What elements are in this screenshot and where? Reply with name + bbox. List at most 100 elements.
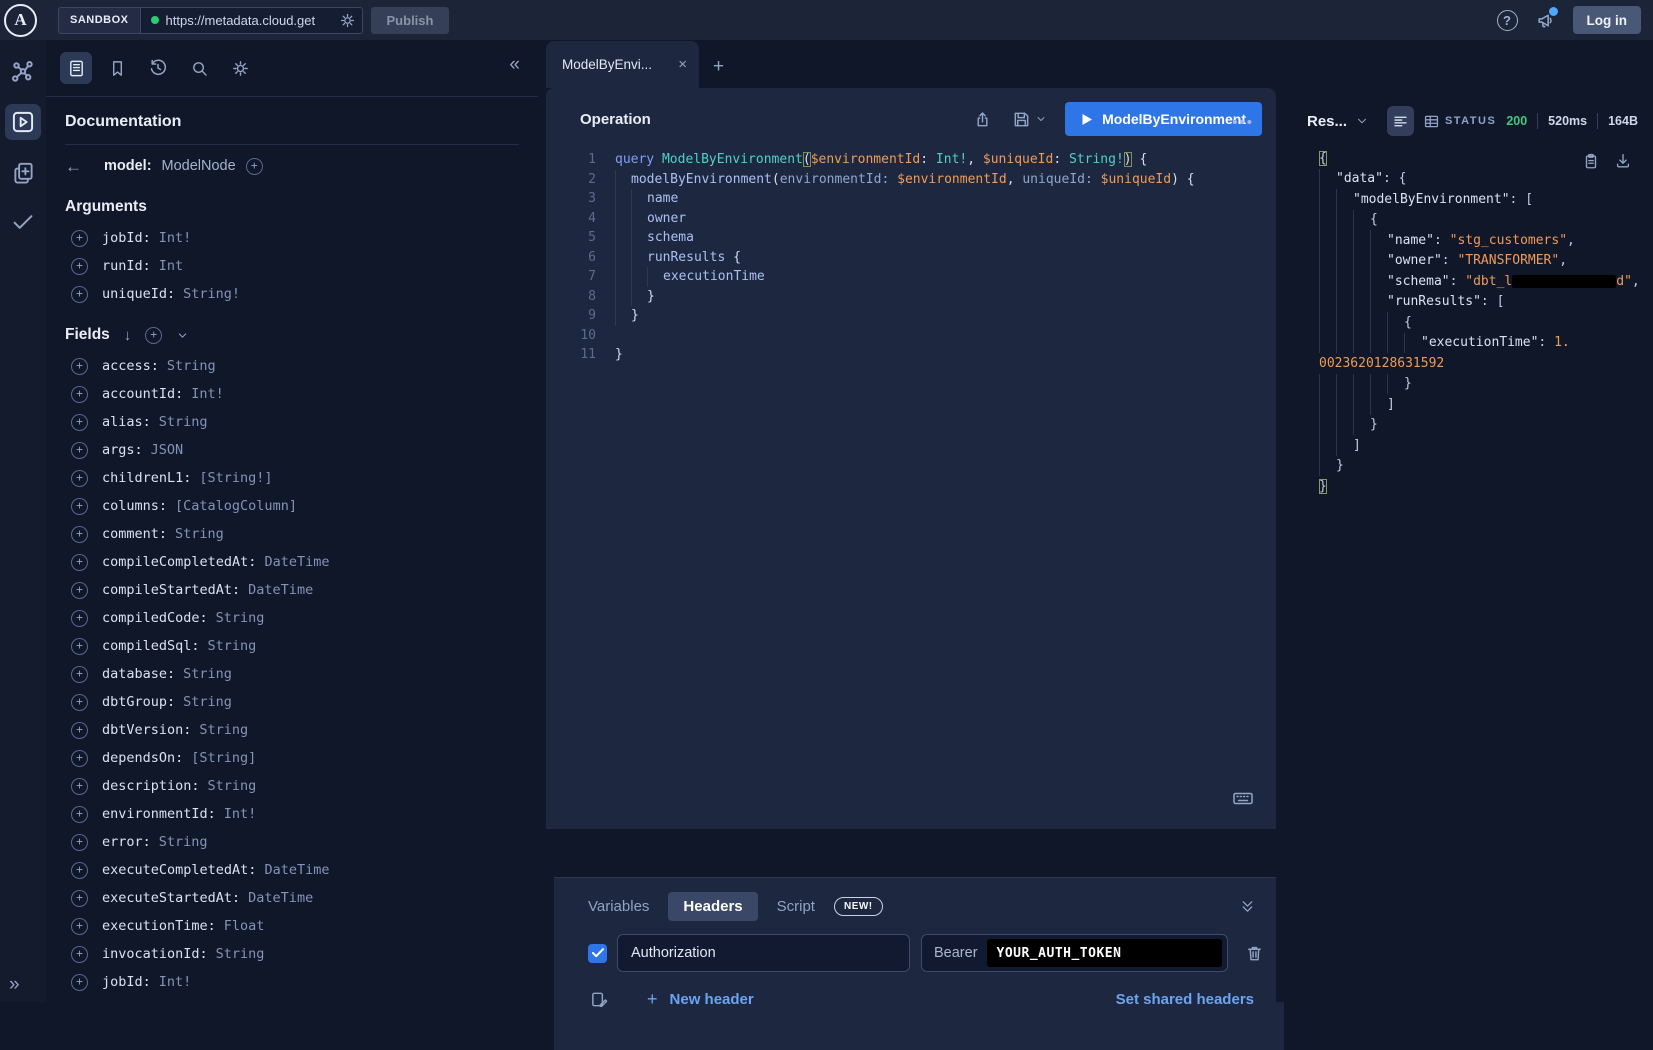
add-to-query-button[interactable] [71, 974, 88, 991]
add-to-query-button[interactable] [71, 750, 88, 767]
help-icon[interactable]: ? [1497, 10, 1518, 31]
add-field-button[interactable] [246, 158, 263, 175]
doc-field-row[interactable]: compiledCode:String [65, 604, 538, 632]
doc-field-row[interactable]: accountId:Int! [65, 380, 538, 408]
add-to-query-button[interactable] [71, 526, 88, 543]
doc-field-row[interactable]: access:String [65, 352, 538, 380]
doc-field-row[interactable]: dbtVersion:String [65, 716, 538, 744]
doc-field-row[interactable]: executionTime:Float [65, 912, 538, 940]
add-to-query-button[interactable] [71, 258, 88, 275]
set-shared-headers-link[interactable]: Set shared headers [1116, 991, 1254, 1008]
download-response-icon[interactable] [1614, 152, 1632, 170]
endpoint-url[interactable]: https://metadata.cloud.get [166, 13, 332, 28]
doc-field-row[interactable]: executeCompletedAt:DateTime [65, 856, 538, 884]
doc-field-row[interactable]: executeStartedAt:DateTime [65, 884, 538, 912]
doc-field-row[interactable]: jobId:Int! [65, 224, 538, 252]
search-tab-icon[interactable] [183, 52, 215, 84]
add-all-fields-button[interactable] [145, 327, 162, 344]
save-icon[interactable] [1012, 110, 1031, 129]
add-to-query-button[interactable] [71, 610, 88, 627]
edit-headers-icon[interactable] [590, 990, 609, 1009]
add-to-query-button[interactable] [71, 286, 88, 303]
doc-field-row[interactable]: jobId:Int! [65, 968, 538, 996]
raw-view-button[interactable] [1387, 106, 1414, 136]
add-to-query-button[interactable] [71, 442, 88, 459]
editor-menu-icon[interactable]: ••• [1232, 114, 1254, 131]
login-button[interactable]: Log in [1573, 6, 1642, 34]
header-value-input[interactable]: Bearer YOUR_AUTH_TOKEN [921, 934, 1228, 972]
add-to-query-button[interactable] [71, 358, 88, 375]
announcements-icon[interactable] [1535, 10, 1556, 31]
new-header-button[interactable]: + New header [647, 989, 754, 1010]
add-to-query-button[interactable] [71, 778, 88, 795]
add-to-query-button[interactable] [71, 890, 88, 907]
header-key-input[interactable] [617, 934, 910, 972]
operation-tab[interactable]: ModelByEnvi... × [546, 41, 699, 88]
tab-variables[interactable]: Variables [588, 898, 649, 915]
settings-tab-icon[interactable] [224, 52, 256, 84]
doc-field-row[interactable]: comment:String [65, 520, 538, 548]
add-to-query-button[interactable] [71, 638, 88, 655]
breadcrumb-type[interactable]: ModelNode [162, 158, 236, 174]
doc-field-row[interactable]: columns:[CatalogColumn] [65, 492, 538, 520]
doc-field-row[interactable]: childrenL1:[String!] [65, 464, 538, 492]
add-to-query-button[interactable] [71, 694, 88, 711]
chevron-down-icon[interactable] [176, 329, 189, 342]
sort-fields-icon[interactable]: ↓ [124, 328, 132, 343]
doc-field-row[interactable]: description:String [65, 772, 538, 800]
doc-field-row[interactable]: compileStartedAt:DateTime [65, 576, 538, 604]
tab-headers[interactable]: Headers [668, 892, 757, 921]
add-to-query-button[interactable] [71, 862, 88, 879]
doc-field-row[interactable]: runId:Int [65, 252, 538, 280]
add-to-query-button[interactable] [71, 806, 88, 823]
endpoint-url-box[interactable]: https://metadata.cloud.get [141, 7, 363, 34]
save-chevron-icon[interactable] [1035, 113, 1047, 125]
doc-field-row[interactable]: uniqueId:String! [65, 280, 538, 308]
endpoint-settings-icon[interactable] [339, 12, 356, 29]
add-to-query-button[interactable] [71, 230, 88, 247]
publish-button[interactable]: Publish [371, 7, 450, 34]
doc-field-row[interactable]: dbtGroup:String [65, 688, 538, 716]
add-to-query-button[interactable] [71, 722, 88, 739]
add-to-query-button[interactable] [71, 386, 88, 403]
doc-field-row[interactable]: database:String [65, 660, 538, 688]
add-to-query-button[interactable] [71, 666, 88, 683]
nav-schema-icon[interactable] [5, 54, 41, 90]
doc-field-row[interactable]: invocationId:String [65, 940, 538, 968]
add-to-query-button[interactable] [71, 582, 88, 599]
add-to-query-button[interactable] [71, 498, 88, 515]
collapse-panel-icon[interactable]: « [509, 55, 520, 74]
add-to-query-button[interactable] [71, 834, 88, 851]
keyboard-shortcuts-icon[interactable] [1232, 788, 1254, 808]
doc-field-row[interactable]: error:String [65, 828, 538, 856]
back-arrow-icon[interactable]: ← [65, 158, 82, 175]
doc-field-row[interactable]: alias:String [65, 408, 538, 436]
response-chevron-icon[interactable] [1355, 114, 1369, 128]
tab-script[interactable]: Script [777, 898, 815, 915]
add-to-query-button[interactable] [71, 946, 88, 963]
collapse-drawer-icon[interactable] [1239, 898, 1256, 915]
graphql-editor[interactable]: 1query ModelByEnvironment($environmentId… [546, 150, 1276, 365]
auth-token-value[interactable]: YOUR_AUTH_TOKEN [987, 939, 1222, 967]
doc-field-row[interactable]: compileCompletedAt:DateTime [65, 548, 538, 576]
share-icon[interactable] [973, 110, 992, 129]
nav-checklist-icon[interactable] [5, 204, 41, 240]
delete-header-icon[interactable] [1245, 944, 1264, 963]
history-tab-icon[interactable] [142, 52, 174, 84]
nav-collections-icon[interactable] [5, 154, 41, 190]
copy-response-icon[interactable] [1582, 152, 1600, 170]
doc-field-row[interactable]: args:JSON [65, 436, 538, 464]
doc-field-row[interactable]: environmentId:Int! [65, 800, 538, 828]
close-tab-icon[interactable]: × [678, 57, 687, 72]
expand-panel-icon[interactable]: » [9, 975, 20, 994]
new-tab-icon[interactable]: + [713, 57, 724, 76]
add-to-query-button[interactable] [71, 470, 88, 487]
bookmarks-tab-icon[interactable] [101, 52, 133, 84]
docs-tab-icon[interactable] [60, 52, 92, 84]
doc-field-row[interactable]: compiledSql:String [65, 632, 538, 660]
add-to-query-button[interactable] [71, 414, 88, 431]
table-view-button[interactable] [1418, 106, 1445, 136]
add-to-query-button[interactable] [71, 918, 88, 935]
add-to-query-button[interactable] [71, 554, 88, 571]
nav-explorer-icon[interactable] [5, 104, 41, 140]
